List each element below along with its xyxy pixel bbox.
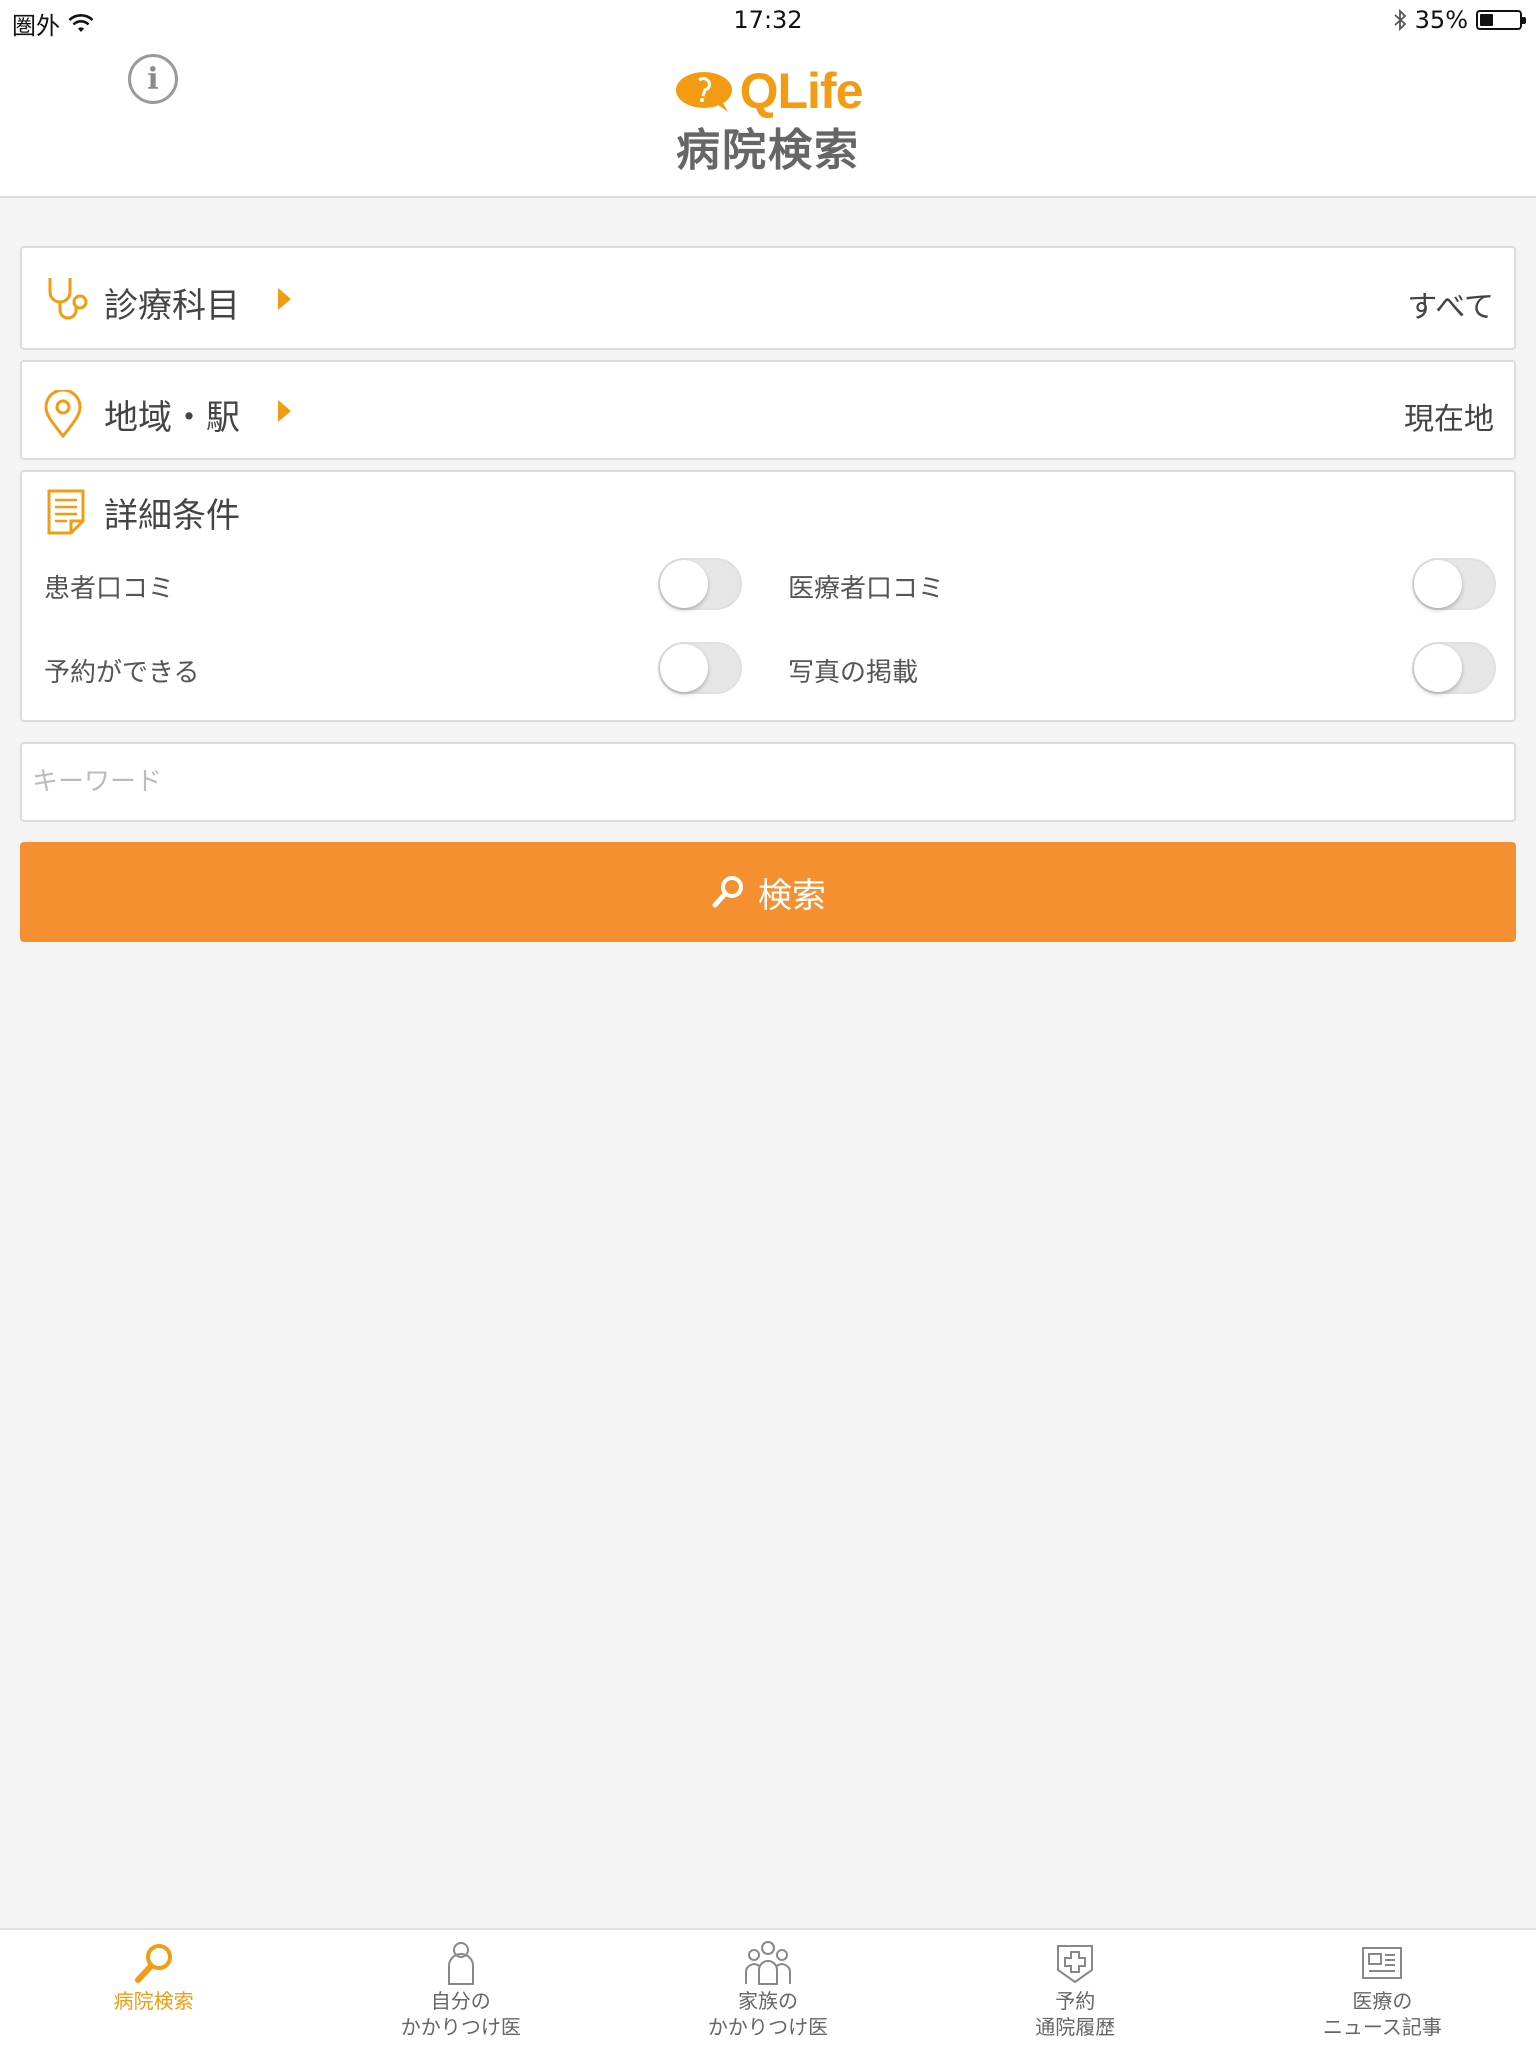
battery-icon <box>1476 10 1526 30</box>
toggle-knob <box>660 560 708 608</box>
chevron-right-icon <box>278 288 291 310</box>
detail-title: 詳細条件 <box>104 496 240 536</box>
battery-percent: 35% <box>1414 6 1468 34</box>
search-icon <box>712 876 743 908</box>
tab-bar: 病院検索 自分の かかりつけ医 家族の かかりつけ医 予約 通院履歴 医療の ニ… <box>0 1928 1536 2048</box>
keyword-input[interactable] <box>20 742 1516 822</box>
area-filter[interactable]: 地域・駅 現在地 <box>20 360 1516 460</box>
toggle-reservation[interactable] <box>658 642 742 694</box>
logo-row: QLife <box>674 62 863 120</box>
bluetooth-icon <box>1394 8 1406 32</box>
search-icon <box>134 1944 172 1983</box>
status-bar: 圏外 17:32 35% <box>0 0 1536 40</box>
tab-medical-news[interactable]: 医療の ニュース記事 <box>1229 1930 1536 2048</box>
area-value: 現在地 <box>1404 402 1494 437</box>
tab-hospital-search[interactable]: 病院検索 <box>0 1930 307 2048</box>
shield-cross-icon <box>1057 1945 1094 1984</box>
toggle-knob <box>1414 644 1462 692</box>
tab-label: 通院履歴 <box>1035 2015 1116 2039</box>
qlife-mascot-icon <box>675 72 732 112</box>
search-button-label: 検索 <box>758 875 826 916</box>
tab-label: ニュース記事 <box>1322 2015 1442 2039</box>
tab-reservation-history[interactable]: 予約 通院履歴 <box>922 1930 1229 2048</box>
department-label: 診療科目 <box>104 286 240 326</box>
tab-label: 家族の <box>738 1989 798 2013</box>
detail-conditions: 詳細条件 患者口コミ 医療者口コミ 予約ができる 写真の掲載 <box>20 470 1516 722</box>
tab-label: 病院検索 <box>113 1989 194 2013</box>
toggle-label-patient-reviews: 患者口コミ <box>44 574 175 604</box>
toggle-knob <box>1414 560 1462 608</box>
tab-label: 予約 <box>1055 1989 1096 2013</box>
status-right: 35% <box>1393 6 1526 34</box>
family-icon <box>745 1941 791 1985</box>
search-button[interactable]: 検索 <box>20 842 1516 942</box>
person-icon <box>447 1942 474 1985</box>
area-label: 地域・駅 <box>104 398 240 438</box>
chevron-right-icon <box>278 400 291 422</box>
tab-label: かかりつけ医 <box>707 2015 829 2039</box>
battery-fill <box>1480 14 1493 26</box>
toggle-photos[interactable] <box>1412 642 1496 694</box>
page-title: 病院検索 <box>676 125 860 176</box>
toggle-label-reservation: 予約ができる <box>44 658 200 688</box>
toggle-patient-reviews[interactable] <box>658 558 742 610</box>
tab-my-doctor[interactable]: 自分の かかりつけ医 <box>307 1930 614 2048</box>
tab-family-doctor[interactable]: 家族の かかりつけ医 <box>614 1930 921 2048</box>
department-filter[interactable]: 診療科目 すべて <box>20 246 1516 350</box>
app-logo: QLife 病院検索 <box>0 62 1536 178</box>
brand-name: QLife <box>739 63 864 119</box>
department-value: すべて <box>1407 290 1494 325</box>
tab-label: 自分の <box>430 1989 491 2013</box>
tab-label: かかりつけ医 <box>400 2015 521 2039</box>
toggle-label-photos: 写真の掲載 <box>788 658 919 688</box>
newspaper-icon <box>1362 1947 1403 1979</box>
location-pin-icon <box>44 390 82 438</box>
clock: 17:32 <box>733 6 803 34</box>
toggle-medical-reviews[interactable] <box>1412 558 1496 610</box>
app-header: i QLife 病院検索 <box>0 40 1536 198</box>
stethoscope-icon <box>48 278 88 320</box>
document-icon <box>47 489 85 535</box>
toggle-label-medical-reviews: 医療者口コミ <box>788 574 945 604</box>
tab-label: 医療の <box>1352 1989 1413 2013</box>
toggle-knob <box>660 644 708 692</box>
